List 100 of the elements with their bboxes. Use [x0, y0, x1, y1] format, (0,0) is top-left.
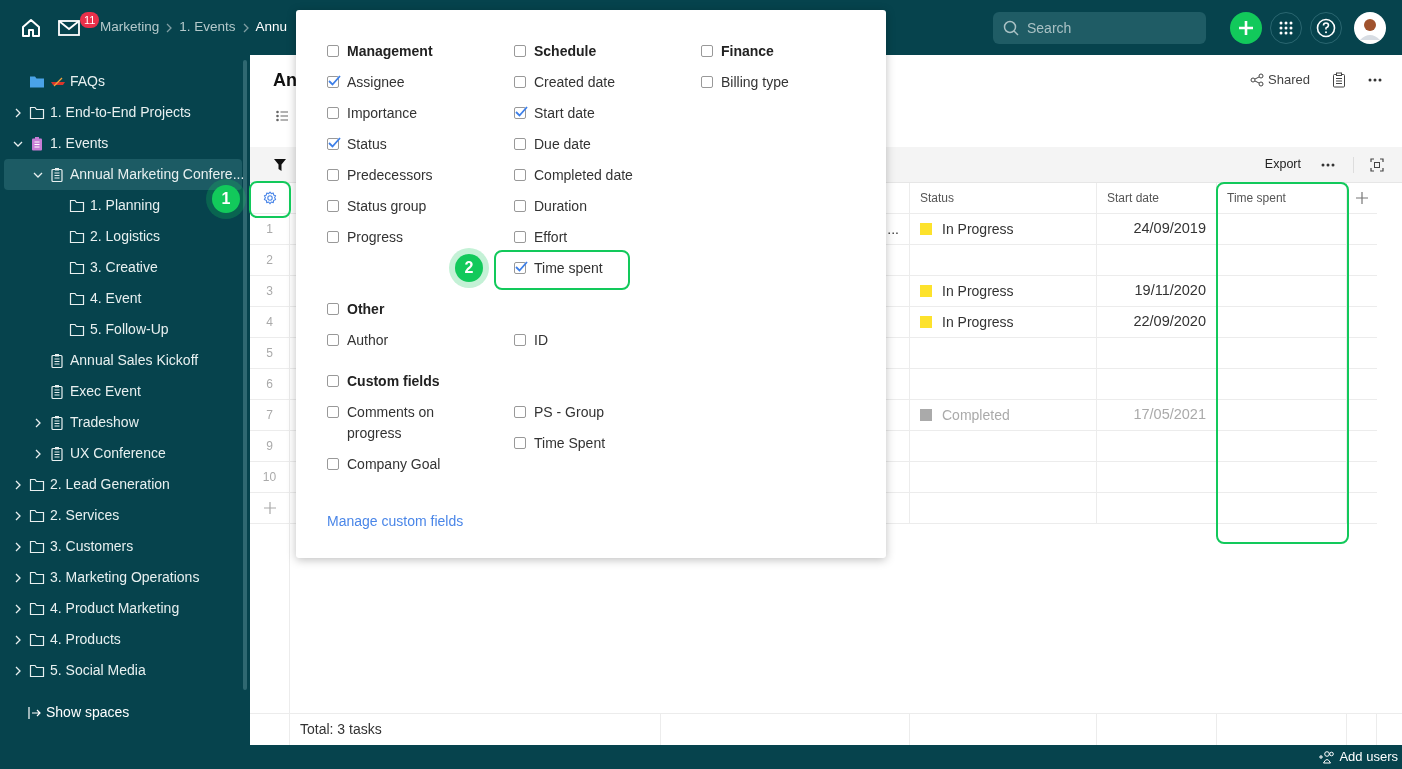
export-button[interactable]: Export	[1264, 155, 1301, 174]
plus-icon[interactable]	[1356, 192, 1368, 204]
help-icon	[1316, 17, 1336, 38]
sidebar-item[interactable]: UX Conference	[4, 438, 172, 469]
folder-icon	[29, 569, 45, 586]
row-number: 9	[250, 431, 290, 462]
checkbox[interactable]	[514, 107, 526, 119]
option-label: Comments on progress	[347, 403, 436, 443]
add-button[interactable]	[1230, 11, 1262, 44]
checkbox[interactable]	[327, 334, 339, 346]
sidebar-item[interactable]: 2. Logistics	[4, 221, 167, 252]
date-cell: 24/09/2019	[1097, 214, 1217, 245]
checkbox[interactable]	[327, 107, 339, 119]
inbox-button[interactable]	[58, 18, 80, 37]
option-label: Assignee	[347, 73, 405, 92]
group-label: Schedule	[534, 42, 597, 61]
sidebar-item[interactable]: 3. Marketing Operations	[4, 562, 206, 593]
checkbox[interactable]	[514, 200, 526, 212]
checkbox[interactable]	[514, 169, 526, 181]
checkbox[interactable]	[327, 138, 339, 150]
sidebar-item[interactable]: 1. Events	[4, 128, 115, 159]
checkbox[interactable]	[327, 76, 339, 88]
sidebar-item[interactable]: 5. Follow-Up	[4, 314, 175, 345]
chevron-right-icon	[34, 448, 42, 459]
chevron-right-icon	[14, 510, 22, 521]
home-button[interactable]	[20, 16, 42, 39]
checkbox[interactable]	[514, 76, 526, 88]
column-header[interactable]: Time spent	[1217, 183, 1347, 214]
option-label: Billing type	[721, 73, 789, 92]
sidebar-item[interactable]: 3. Creative	[4, 252, 164, 283]
checkbox[interactable]	[701, 45, 713, 57]
more-icon[interactable]	[1368, 77, 1382, 83]
sidebar-item[interactable]: Annual Sales Kickoff	[4, 345, 205, 376]
plus-icon	[1238, 19, 1254, 36]
scrollbar[interactable]	[243, 60, 247, 690]
breadcrumb-link[interactable]: Marketing	[100, 17, 160, 38]
checkbox[interactable]	[514, 334, 526, 346]
sidebar-item[interactable]: 2. Lead Generation	[4, 469, 176, 500]
add-users-button[interactable]: Add users	[1319, 747, 1398, 767]
column-header[interactable]: Start date	[1097, 183, 1217, 214]
folder-icon	[29, 631, 45, 648]
chevron-down-icon	[33, 170, 43, 179]
option-label: PS - Group	[534, 403, 605, 422]
sidebar-item[interactable]: 4. Event	[4, 283, 148, 314]
checkbox[interactable]	[514, 437, 526, 449]
checkbox[interactable]	[514, 231, 526, 243]
collapse-icon	[28, 705, 42, 720]
breadcrumb-link[interactable]: Annu	[255, 17, 288, 38]
clipboard-icon	[49, 166, 65, 183]
clipboard-icon[interactable]	[1332, 72, 1346, 88]
show-spaces-button[interactable]: Show spaces	[16, 696, 248, 729]
sidebar-item[interactable]: FAQs	[4, 66, 111, 97]
row-number: 10	[250, 462, 290, 493]
row-number: 4	[250, 307, 290, 338]
checkbox[interactable]	[514, 262, 526, 274]
clipboard-icon	[49, 414, 65, 431]
sidebar-item[interactable]: Tradeshow	[4, 407, 145, 438]
folder-icon	[69, 197, 85, 214]
checkbox[interactable]	[327, 303, 339, 315]
checkbox[interactable]	[327, 406, 339, 418]
more-icon[interactable]	[1321, 161, 1335, 168]
search-field[interactable]: Search	[993, 11, 1206, 44]
share-button[interactable]: Shared	[1250, 70, 1310, 90]
highlight-frame	[249, 181, 291, 218]
clipboard-icon	[49, 445, 65, 462]
checkbox[interactable]	[327, 200, 339, 212]
checkbox[interactable]	[327, 458, 339, 470]
sidebar-item[interactable]: 1. Planning	[4, 190, 167, 221]
sidebar-item[interactable]: Exec Event	[4, 376, 147, 407]
option-label: ID	[534, 331, 548, 350]
filter-icon[interactable]	[274, 158, 286, 171]
manage-fields-link[interactable]: Manage custom fields	[327, 511, 464, 532]
checkbox[interactable]	[514, 138, 526, 150]
sidebar-item[interactable]: 5. Social Media	[4, 655, 152, 686]
sidebar-item[interactable]: 4. Product Marketing	[4, 593, 186, 624]
row-number: 6	[250, 369, 290, 400]
sidebar-item[interactable]: 4. Products	[4, 624, 127, 655]
sidebar-item[interactable]: Annual Marketing Confere...	[4, 159, 242, 190]
share-icon	[1250, 73, 1265, 87]
status-label: In Progress	[942, 219, 1014, 239]
checkbox[interactable]	[327, 45, 339, 57]
column-header[interactable]: Status	[910, 183, 1097, 214]
checkbox[interactable]	[514, 45, 526, 57]
breadcrumb-link[interactable]: 1. Events	[179, 17, 236, 38]
sidebar-item[interactable]: 1. End-to-End Projects	[4, 97, 197, 128]
plus-icon[interactable]	[263, 502, 276, 514]
settings-icon[interactable]	[262, 191, 277, 205]
checkbox[interactable]	[327, 169, 339, 181]
checkbox[interactable]	[327, 231, 339, 243]
list-icon[interactable]	[276, 110, 288, 122]
avatar[interactable]	[1354, 11, 1386, 44]
sidebar-item[interactable]: 2. Services	[4, 500, 126, 531]
checkbox[interactable]	[514, 406, 526, 418]
mail-icon	[58, 18, 80, 37]
checkbox[interactable]	[701, 76, 713, 88]
folder-icon	[69, 321, 85, 338]
checkbox[interactable]	[327, 375, 339, 387]
option-label: Start date	[534, 104, 595, 123]
fullscreen-icon[interactable]	[1370, 157, 1384, 172]
sidebar-item[interactable]: 3. Customers	[4, 531, 140, 562]
